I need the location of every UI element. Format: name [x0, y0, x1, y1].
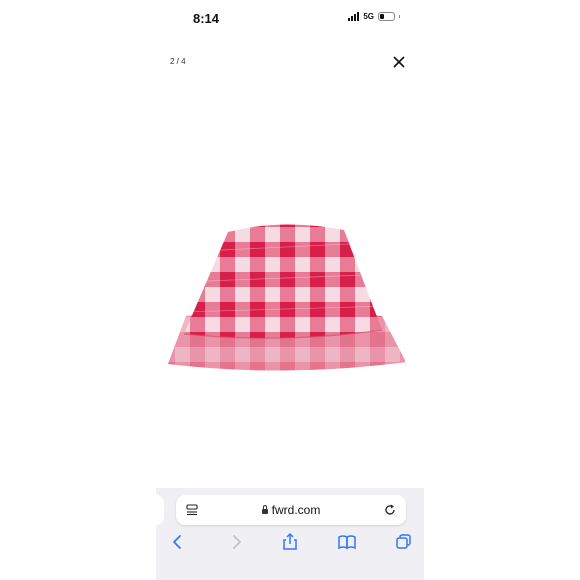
signal-icon [348, 12, 360, 21]
bookmarks-icon[interactable] [337, 532, 357, 552]
lock-icon [261, 505, 268, 514]
tabs-icon[interactable] [394, 532, 414, 552]
url-text: fwrd.com [271, 503, 321, 517]
browser-toolbar: fwrd.com [156, 488, 424, 580]
back-icon[interactable] [168, 532, 188, 552]
reload-icon[interactable] [383, 503, 397, 517]
share-icon[interactable] [280, 532, 300, 552]
status-time: 8:14 [193, 11, 220, 26]
bucket-hat-image [168, 224, 405, 371]
phone-screen: 8:14 5G 2 / 4 fwrd.com [156, 0, 424, 580]
battery-tip [399, 15, 400, 18]
navigation-row [156, 532, 424, 556]
previous-tab-edge[interactable] [156, 495, 164, 525]
status-indicators: 5G [348, 12, 400, 21]
battery-icon [378, 12, 395, 21]
address-bar[interactable]: fwrd.com [176, 495, 406, 525]
forward-icon[interactable] [226, 532, 246, 552]
network-label: 5G [363, 12, 374, 21]
url-display[interactable]: fwrd.com [176, 503, 406, 517]
image-counter: 2 / 4 [170, 57, 186, 66]
close-icon[interactable] [392, 55, 406, 69]
